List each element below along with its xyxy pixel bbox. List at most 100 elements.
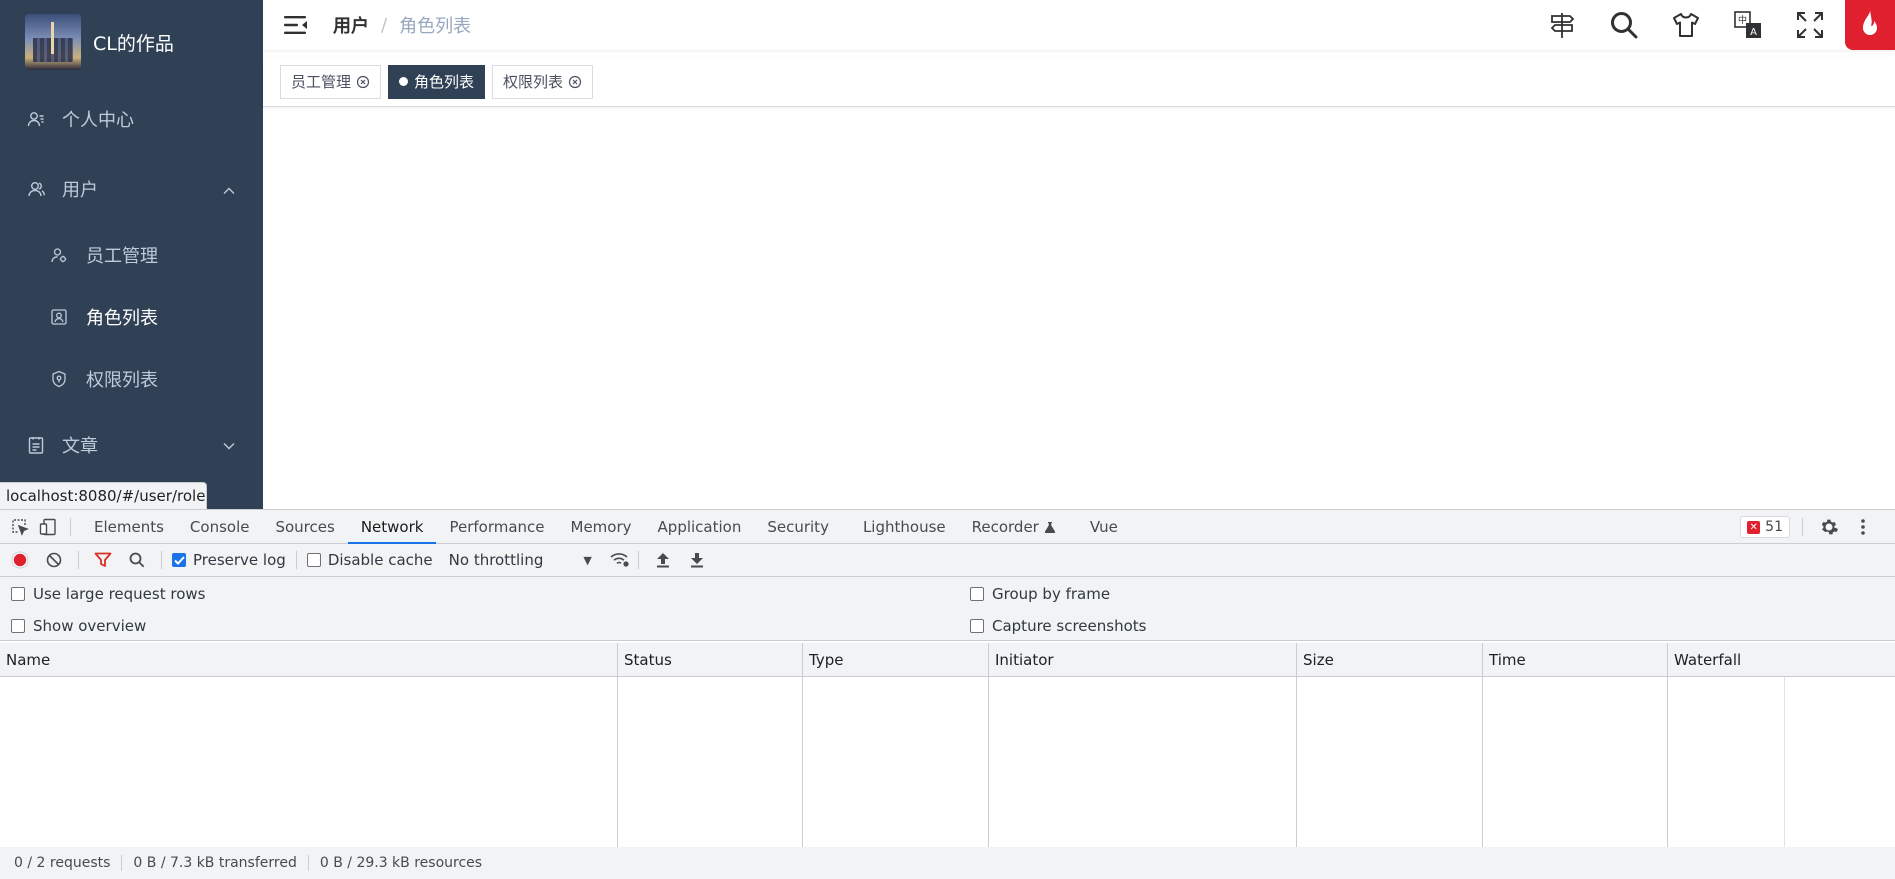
tab-performance[interactable]: Performance	[436, 510, 557, 544]
import-har-icon[interactable]	[649, 546, 677, 574]
web-app: CL的作品 个人中心 用户 员工管理 角色列表 权限列表 文章 localhos…	[0, 0, 1895, 509]
search-icon[interactable]	[123, 546, 151, 574]
tab-memory[interactable]: Memory	[558, 510, 645, 544]
column-divider	[988, 677, 989, 847]
main-area: 用户 / 角色列表 中A 员工管理 角色列表 权限列表	[263, 0, 1895, 509]
devtools-tabbar: Elements Console Sources Network Perform…	[0, 510, 1895, 544]
breadcrumb-parent[interactable]: 用户	[333, 12, 369, 38]
throttling-value: No throttling	[448, 551, 544, 569]
fullscreen-icon[interactable]	[1779, 0, 1841, 50]
resources-size: 0 B / 29.3 kB resources	[319, 855, 483, 871]
tag-label: 角色列表	[414, 73, 475, 91]
tab-security[interactable]: Security	[754, 510, 842, 544]
tab-sources[interactable]: Sources	[262, 510, 347, 544]
app-root: CL的作品 个人中心 用户 员工管理 角色列表 权限列表 文章 localhos…	[0, 0, 1895, 879]
large-rows-checkbox[interactable]: Use large request rows	[11, 585, 205, 603]
more-vertical-icon[interactable]	[1851, 515, 1875, 539]
hamburger-icon[interactable]	[283, 12, 309, 38]
divider	[121, 855, 123, 871]
sidebar-item-users[interactable]: 用户	[0, 154, 263, 224]
export-har-icon[interactable]	[683, 546, 711, 574]
checkbox-icon[interactable]	[970, 587, 984, 601]
gear-icon[interactable]	[1817, 515, 1841, 539]
tab-vue[interactable]: Vue	[1077, 510, 1131, 544]
checkbox-icon[interactable]	[11, 619, 25, 633]
tab-lighthouse[interactable]: Lighthouse	[850, 510, 959, 544]
throttling-select[interactable]: No throttling ▼	[449, 551, 592, 569]
divider	[295, 551, 297, 569]
divider	[70, 517, 71, 536]
capture-screenshots-checkbox[interactable]: Capture screenshots	[970, 617, 1146, 635]
sidebar-item-label: 个人中心	[62, 110, 134, 131]
sidebar-subitem-label: 角色列表	[86, 308, 158, 329]
devtools-panel: Elements Console Sources Network Perform…	[0, 509, 1895, 879]
show-overview-label: Show overview	[33, 617, 147, 635]
theme-shirt-icon[interactable]	[1655, 0, 1717, 50]
column-header-status[interactable]: Status	[618, 643, 803, 677]
active-dot-icon	[399, 77, 409, 86]
sidebar-item-articles[interactable]: 文章	[0, 410, 263, 480]
column-header-waterfall[interactable]: Waterfall	[1668, 643, 1895, 677]
search-icon[interactable]	[1593, 0, 1655, 50]
logo-area[interactable]: CL的作品	[0, 0, 263, 84]
user-card-icon	[26, 109, 46, 129]
column-header-name[interactable]: Name	[0, 643, 618, 677]
large-rows-label: Use large request rows	[33, 585, 206, 603]
clear-icon[interactable]	[40, 546, 68, 574]
language-icon[interactable]: 中A	[1717, 0, 1779, 50]
tab-recorder[interactable]: Recorder	[959, 510, 1069, 544]
divider	[637, 551, 639, 569]
fire-avatar-icon[interactable]	[1845, 0, 1895, 50]
column-header-size[interactable]: Size	[1297, 643, 1483, 677]
navbar: 用户 / 角色列表 中A	[263, 0, 1895, 50]
checkbox-checked-icon[interactable]	[172, 553, 186, 567]
capture-screenshots-label: Capture screenshots	[992, 617, 1147, 635]
network-conditions-icon[interactable]	[606, 546, 634, 574]
group-by-frame-checkbox[interactable]: Group by frame	[970, 585, 1110, 603]
error-icon: ✕	[1747, 520, 1761, 534]
tab-console[interactable]: Console	[177, 510, 263, 544]
tab-elements[interactable]: Elements	[81, 510, 177, 544]
tag-label: 员工管理	[291, 73, 352, 91]
network-settings: Use large request rows Show overview Gro…	[0, 577, 1895, 641]
column-header-initiator[interactable]: Initiator	[989, 643, 1297, 677]
record-icon[interactable]	[6, 546, 34, 574]
breadcrumb-separator: /	[381, 14, 388, 36]
tab-label: Recorder	[971, 517, 1039, 536]
tag-roles[interactable]: 角色列表	[388, 64, 486, 99]
sidebar-subitem-staff[interactable]: 员工管理	[0, 224, 263, 286]
sidebar-subitem-permissions[interactable]: 权限列表	[0, 348, 263, 410]
tab-network[interactable]: Network	[347, 510, 437, 544]
sidebar-item-label: 用户	[62, 180, 98, 201]
column-divider	[1667, 677, 1668, 847]
waterfall-gridline	[1784, 677, 1785, 847]
device-toolbar-icon[interactable]	[36, 515, 60, 539]
show-overview-checkbox[interactable]: Show overview	[11, 617, 146, 635]
breadcrumb: 用户 / 角色列表	[333, 12, 471, 38]
divider	[161, 551, 162, 569]
close-icon[interactable]	[568, 75, 582, 89]
preserve-log-checkbox[interactable]: Preserve log	[172, 551, 286, 569]
close-icon[interactable]	[356, 75, 370, 89]
tag-staff[interactable]: 员工管理	[280, 64, 382, 99]
column-header-type[interactable]: Type	[803, 643, 989, 677]
filter-icon[interactable]	[89, 546, 117, 574]
sidebar-item-profile[interactable]: 个人中心	[0, 84, 263, 154]
inspect-element-icon[interactable]	[8, 515, 32, 539]
column-header-time[interactable]: Time	[1483, 643, 1668, 677]
error-count-badge[interactable]: ✕ 51	[1740, 516, 1790, 538]
network-toolbar: Preserve log Disable cache No throttling…	[0, 544, 1895, 577]
requests-count: 0 / 2 requests	[14, 855, 111, 871]
column-divider	[1296, 677, 1297, 847]
tab-application[interactable]: Application	[645, 510, 755, 544]
sidebar-subitem-roles[interactable]: 角色列表	[0, 286, 263, 348]
checkbox-icon[interactable]	[970, 619, 984, 633]
checkbox-icon[interactable]	[11, 587, 25, 601]
tag-permissions[interactable]: 权限列表	[492, 64, 594, 99]
signpost-guide-icon[interactable]	[1531, 0, 1593, 50]
role-icon	[50, 308, 68, 326]
disable-cache-checkbox[interactable]: Disable cache	[306, 551, 433, 569]
staff-icon	[50, 246, 68, 264]
checkbox-icon[interactable]	[306, 553, 321, 567]
transferred-size: 0 B / 7.3 kB transferred	[133, 855, 297, 871]
